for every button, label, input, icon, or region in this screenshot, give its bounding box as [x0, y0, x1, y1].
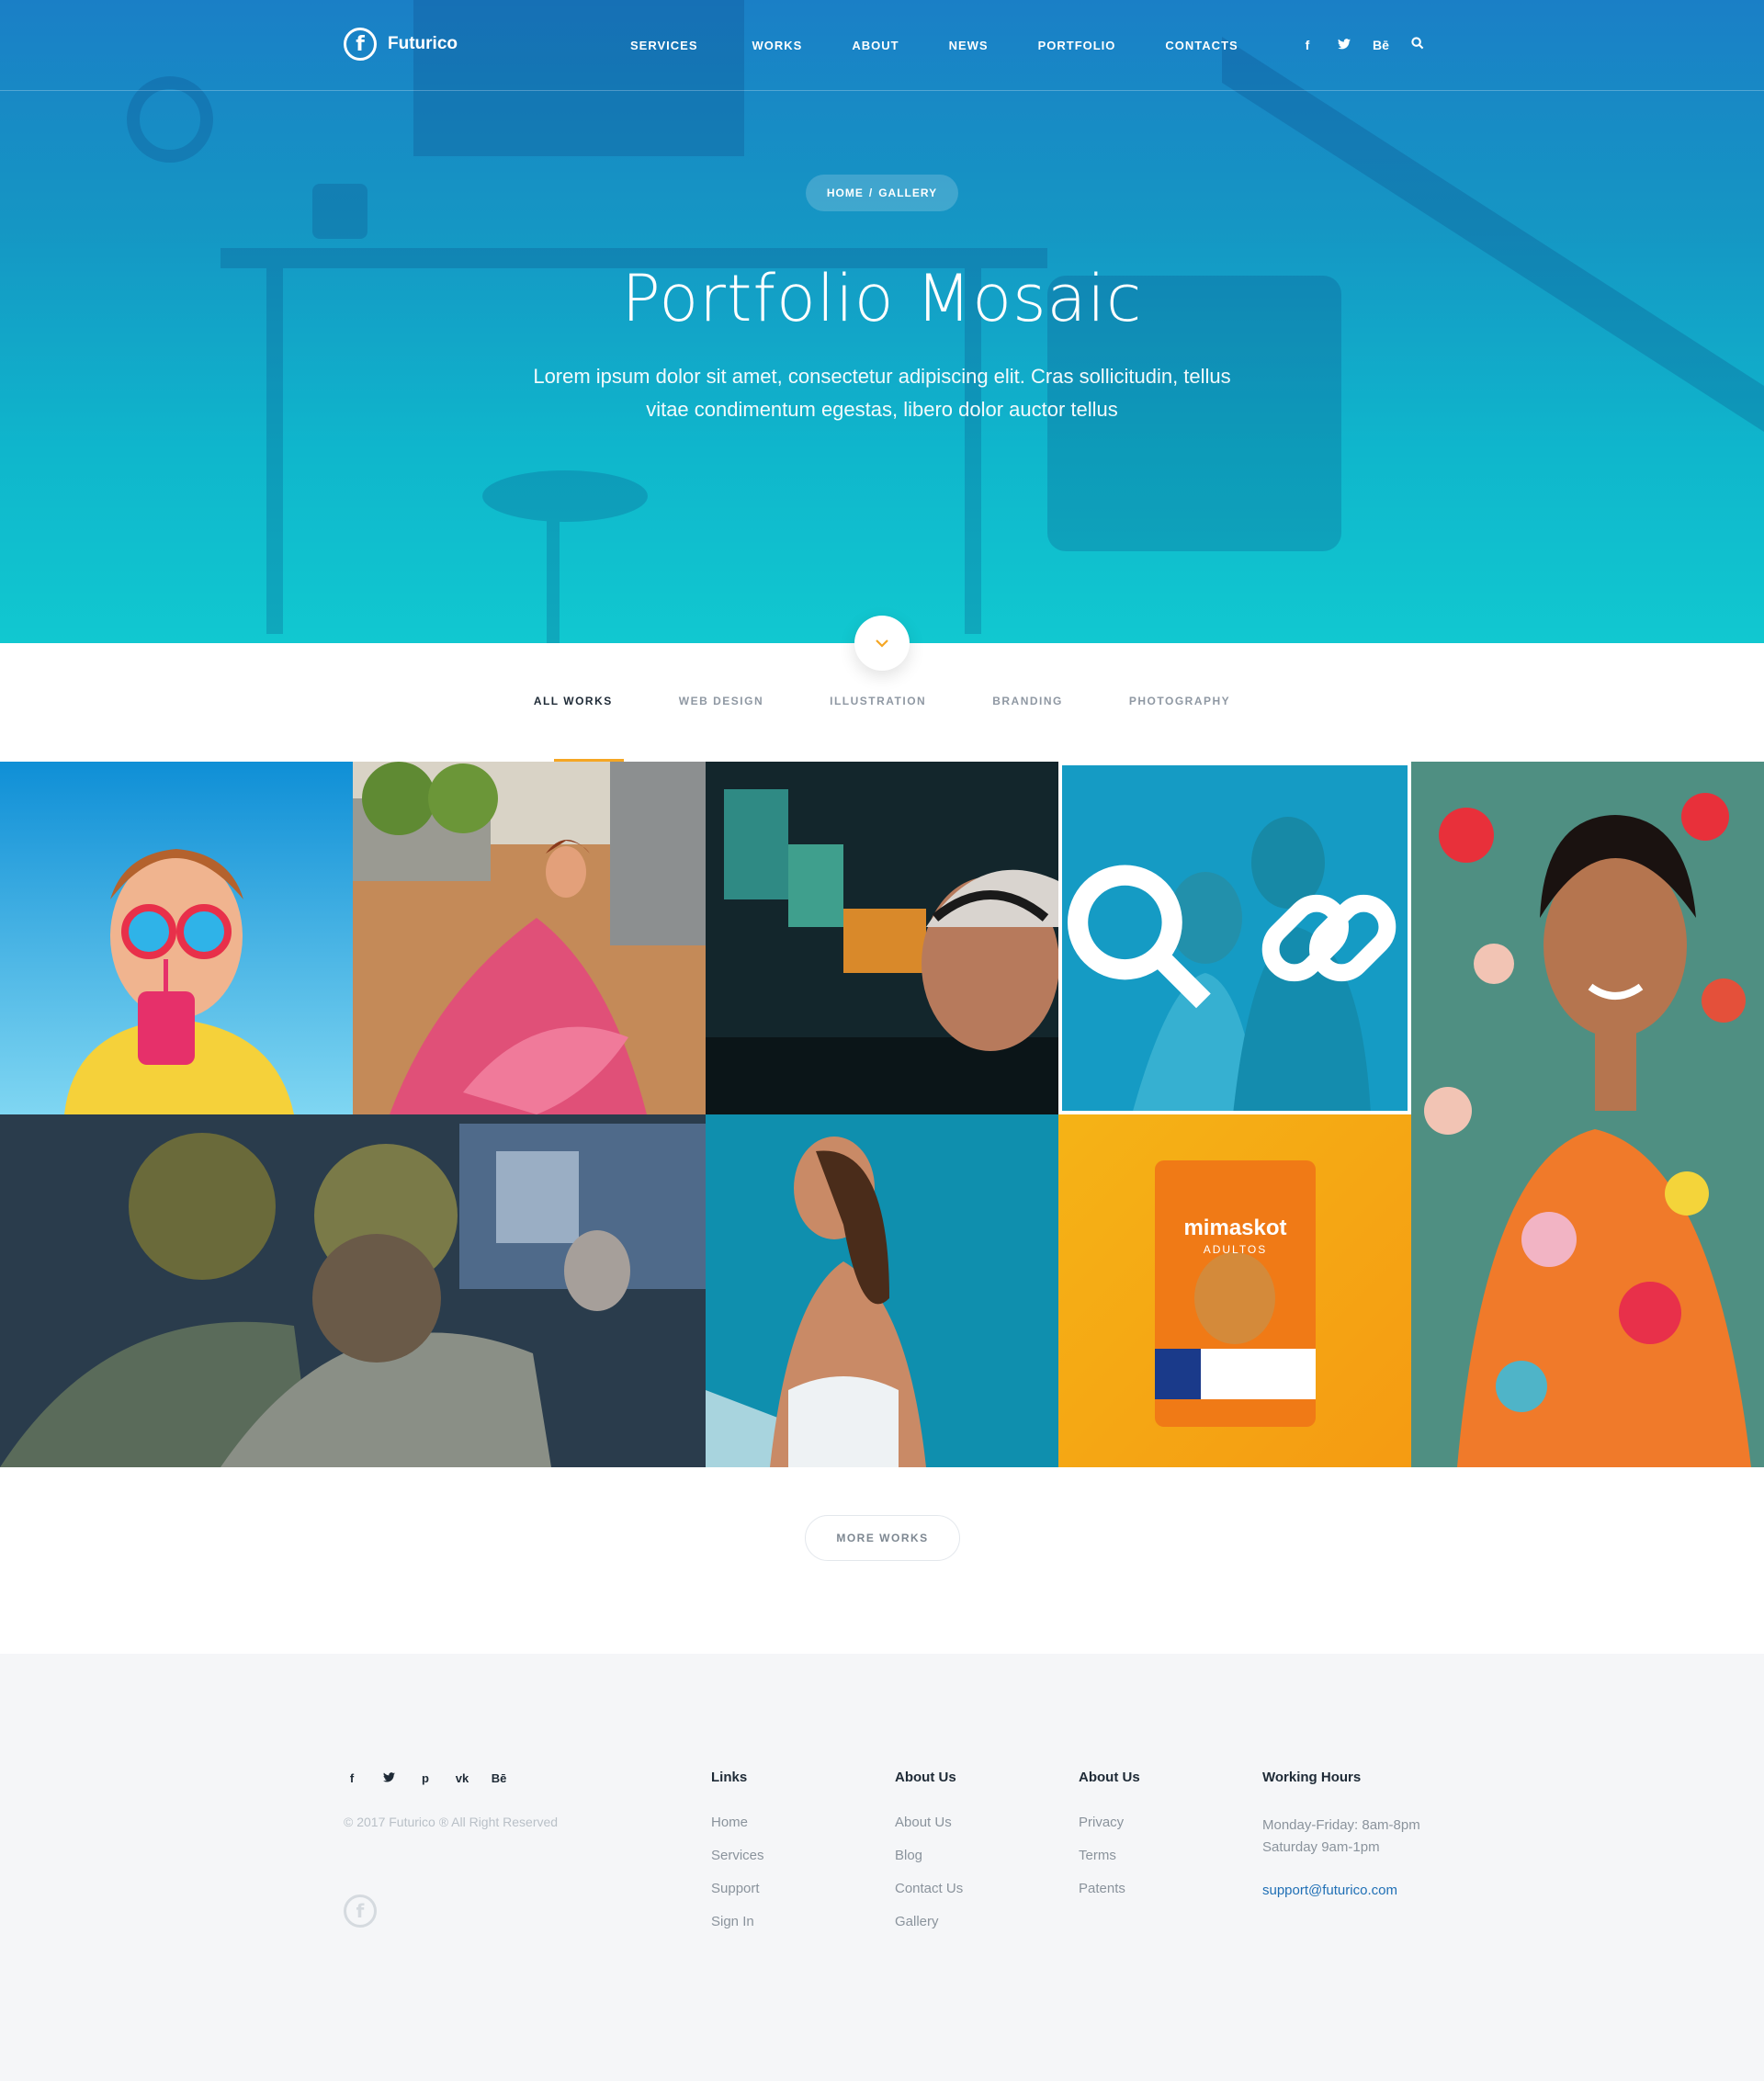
more-works-button[interactable]: MORE WORKS — [805, 1515, 960, 1561]
footer-col-title: About Us — [1079, 1770, 1140, 1785]
footer-col-about: About Us About Us Blog Contact Us Galler… — [895, 1770, 963, 1947]
behance-icon[interactable]: Bē — [1373, 38, 1389, 52]
package-brand: mimaskot — [1183, 1216, 1287, 1240]
twitter-icon[interactable] — [1336, 38, 1352, 52]
vk-icon[interactable]: vk — [454, 1771, 470, 1785]
facebook-icon[interactable]: f — [344, 1771, 360, 1785]
package-subtitle: ADULTOS — [1203, 1243, 1268, 1256]
hero-section: f Futurico SERVICES WORKS ABOUT NEWS POR… — [0, 0, 1764, 643]
page-title: Portfolio Mosaic — [621, 261, 1143, 336]
link-icon[interactable] — [1250, 765, 1408, 1111]
breadcrumb-separator: / — [868, 187, 874, 199]
woman-in-pool-image — [706, 1114, 1058, 1467]
footer-link-privacy[interactable]: Privacy — [1079, 1815, 1140, 1831]
breadcrumb-home[interactable]: HOME — [827, 187, 864, 199]
footer-social: f p vk Bē — [344, 1771, 507, 1785]
filter-photography[interactable]: PHOTOGRAPHY — [1096, 695, 1263, 707]
footer-link-about-us[interactable]: About Us — [895, 1815, 963, 1831]
footer-link-signin[interactable]: Sign In — [711, 1914, 764, 1930]
footer-link-blog[interactable]: Blog — [895, 1848, 963, 1864]
woman-floral-dress-image — [1411, 762, 1764, 1467]
portfolio-item-pink-dress[interactable] — [353, 762, 706, 1114]
footer: f p vk Bē © 2017 Futurico ® All Right Re… — [0, 1654, 1764, 2081]
footer-link-home[interactable]: Home — [711, 1815, 764, 1831]
nav-portfolio[interactable]: PORTFOLIO — [1038, 39, 1116, 52]
portfolio-item-man-headset[interactable] — [706, 762, 1058, 1114]
nav-contacts[interactable]: CONTACTS — [1165, 39, 1238, 52]
portfolio-filters: ALL WORKS WEB DESIGN ILLUSTRATION BRANDI… — [0, 695, 1764, 707]
footer-logo-icon[interactable]: f — [344, 1894, 377, 1928]
breadcrumb: HOME / GALLERY — [806, 175, 958, 211]
footer-col-title: About Us — [895, 1770, 956, 1785]
behance-icon[interactable]: Bē — [491, 1771, 507, 1785]
search-icon[interactable] — [1409, 37, 1426, 52]
portfolio-hover-overlay — [1058, 762, 1411, 1114]
portfolio-grid: mimaskot ADULTOS — [0, 762, 1764, 1467]
search-icon[interactable] — [1062, 765, 1219, 1111]
portfolio-item-leaf-men[interactable] — [0, 1114, 706, 1467]
portfolio-item-dog-food[interactable]: mimaskot ADULTOS — [1058, 1114, 1411, 1467]
footer-link-gallery[interactable]: Gallery — [895, 1914, 963, 1930]
footer-link-patents[interactable]: Patents — [1079, 1881, 1140, 1897]
chevron-down-icon — [876, 639, 888, 648]
footer-link-services[interactable]: Services — [711, 1848, 764, 1864]
portfolio-item-couple[interactable] — [1058, 762, 1411, 1114]
filter-illustration[interactable]: ILLUSTRATION — [797, 695, 959, 707]
footer-col-title: Working Hours — [1262, 1770, 1362, 1785]
support-email-link[interactable]: support@futurico.com — [1262, 1883, 1420, 1898]
woman-in-pink-dress-image — [353, 762, 706, 1114]
page-description: Lorem ipsum dolor sit amet, consectetur … — [533, 365, 1231, 421]
facebook-icon[interactable]: f — [1299, 38, 1316, 52]
twitter-icon[interactable] — [380, 1771, 397, 1785]
nav-about[interactable]: ABOUT — [852, 39, 899, 52]
dog-food-package-image — [1058, 1114, 1411, 1467]
header-social: f Bē — [1299, 37, 1426, 52]
nav-services[interactable]: SERVICES — [630, 39, 698, 52]
filter-web-design[interactable]: WEB DESIGN — [646, 695, 797, 707]
logo[interactable]: f Futurico — [344, 28, 458, 61]
scroll-down-button[interactable] — [854, 616, 910, 671]
footer-link-support[interactable]: Support — [711, 1881, 764, 1897]
footer-col-title: Links — [711, 1770, 748, 1785]
logo-text: Futurico — [388, 34, 458, 53]
footer-link-contact[interactable]: Contact Us — [895, 1881, 963, 1897]
hours-weekdays: Monday-Friday: 8am-8pm — [1262, 1817, 1420, 1833]
portfolio-item-boy[interactable] — [0, 762, 353, 1114]
footer-col-links: Links Home Services Support Sign In — [711, 1770, 764, 1947]
hours-saturday: Saturday 9am-1pm — [1262, 1839, 1380, 1855]
men-with-leaf-heads-image — [0, 1114, 706, 1467]
breadcrumb-current: GALLERY — [878, 187, 938, 199]
menu: SERVICES WORKS ABOUT NEWS PORTFOLIO CONT… — [630, 39, 1238, 52]
boy-with-sunglasses-image — [0, 762, 353, 1114]
nav-news[interactable]: NEWS — [949, 39, 989, 52]
filter-all-works[interactable]: ALL WORKS — [501, 695, 646, 707]
logo-icon: f — [344, 28, 377, 61]
nav-works[interactable]: WORKS — [752, 39, 803, 52]
portfolio-item-pool[interactable] — [706, 1114, 1058, 1467]
footer-col-legal: About Us Privacy Terms Patents — [1079, 1770, 1140, 1914]
copyright: © 2017 Futurico ® All Right Reserved — [344, 1815, 559, 1829]
filter-branding[interactable]: BRANDING — [959, 695, 1096, 707]
man-with-headset-image — [706, 762, 1058, 1114]
footer-link-terms[interactable]: Terms — [1079, 1848, 1140, 1864]
main-nav: f Futurico SERVICES WORKS ABOUT NEWS POR… — [0, 0, 1764, 90]
footer-col-hours: Working Hours Monday-Friday: 8am-8pm Sat… — [1262, 1770, 1420, 1898]
portfolio-item-floral-woman[interactable] — [1411, 762, 1764, 1467]
pinterest-icon[interactable]: p — [417, 1771, 434, 1785]
header-divider — [0, 90, 1764, 91]
